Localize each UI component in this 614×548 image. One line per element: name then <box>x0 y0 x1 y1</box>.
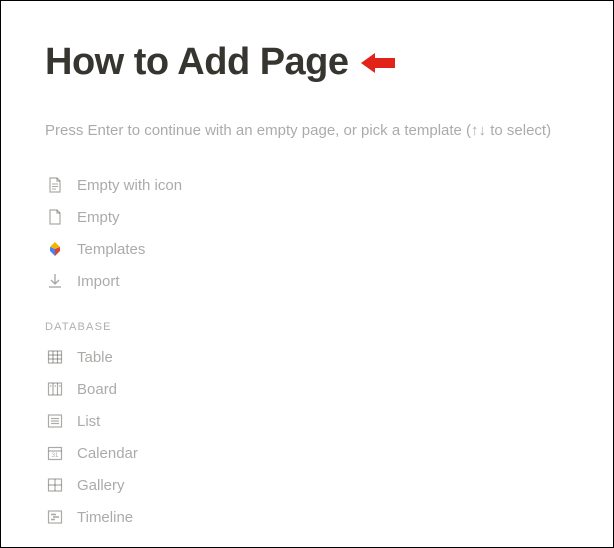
table-icon <box>45 347 65 367</box>
timeline-icon <box>45 507 65 527</box>
option-label: Empty with icon <box>77 177 182 194</box>
calendar-icon: 31 <box>45 443 65 463</box>
board-icon <box>45 379 65 399</box>
option-label: Table <box>77 349 113 366</box>
document-with-icon-icon <box>45 175 65 195</box>
database-option-gallery[interactable]: Gallery <box>45 469 569 501</box>
option-label: List <box>77 413 100 430</box>
database-option-timeline[interactable]: Timeline <box>45 501 569 533</box>
svg-text:31: 31 <box>52 453 59 459</box>
database-option-calendar[interactable]: 31 Calendar <box>45 437 569 469</box>
annotation-arrow-icon <box>359 50 399 76</box>
page-title[interactable]: How to Add Page <box>45 41 349 84</box>
option-templates[interactable]: Templates <box>45 233 569 265</box>
templates-icon <box>45 239 65 259</box>
option-label: Gallery <box>77 477 125 494</box>
option-import[interactable]: Import <box>45 265 569 297</box>
option-label: Empty <box>77 209 120 226</box>
document-icon <box>45 207 65 227</box>
database-option-table[interactable]: Table <box>45 341 569 373</box>
option-label: Templates <box>77 241 145 258</box>
database-option-board[interactable]: Board <box>45 373 569 405</box>
gallery-icon <box>45 475 65 495</box>
option-label: Calendar <box>77 445 138 462</box>
list-icon <box>45 411 65 431</box>
hint-text: Press Enter to continue with an empty pa… <box>45 122 569 139</box>
option-label: Timeline <box>77 509 133 526</box>
database-option-list[interactable]: List <box>45 405 569 437</box>
option-label: Board <box>77 381 117 398</box>
import-icon <box>45 271 65 291</box>
option-empty-with-icon[interactable]: Empty with icon <box>45 169 569 201</box>
database-section-label: DATABASE <box>45 321 569 333</box>
option-empty[interactable]: Empty <box>45 201 569 233</box>
option-label: Import <box>77 273 120 290</box>
